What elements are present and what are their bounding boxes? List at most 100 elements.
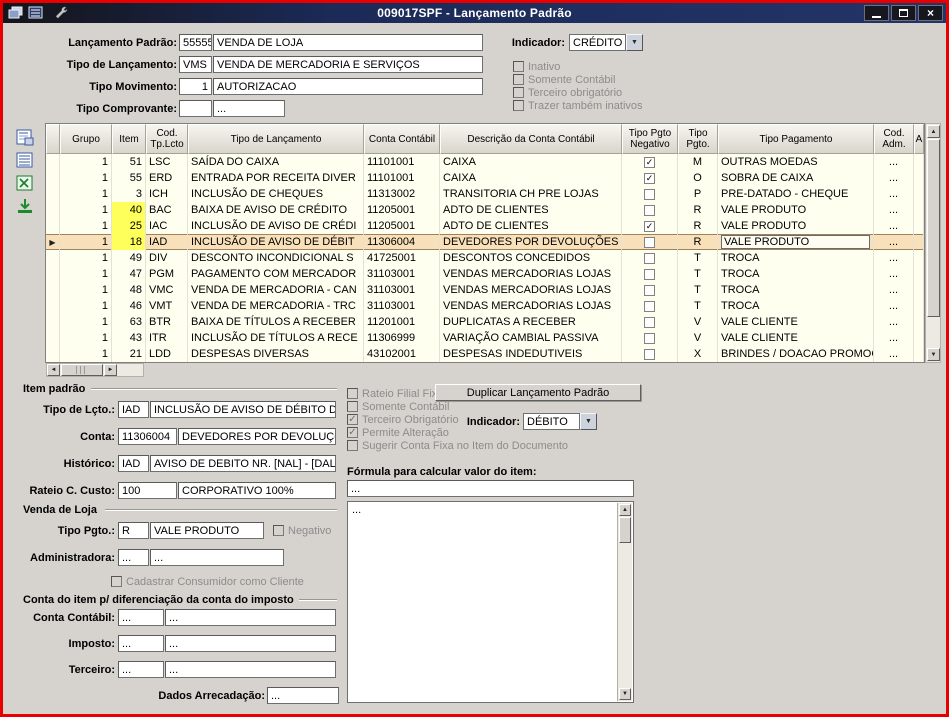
checkbox-box[interactable] bbox=[513, 74, 524, 85]
checkbox-sugerir-conta-fixa-no-item-do-documento[interactable]: Sugerir Conta Fixa no Item do Documento bbox=[347, 439, 568, 452]
cell-pagamento[interactable]: VALE PRODUTO bbox=[718, 218, 874, 234]
cell-pagamento[interactable]: VALE PRODUTO bbox=[718, 234, 874, 250]
tipo-pgto-negativo-checkbox[interactable] bbox=[644, 284, 655, 296]
cell-negativo[interactable] bbox=[622, 202, 678, 218]
indicador-value[interactable]: CRÉDITO bbox=[569, 34, 626, 51]
cell-conta[interactable]: 11205001 bbox=[364, 218, 440, 234]
tipo-pgto-code-input[interactable]: R bbox=[118, 522, 149, 539]
cell-conta[interactable]: 11205001 bbox=[364, 202, 440, 218]
terceiro-code-input[interactable]: ... bbox=[118, 661, 164, 678]
cell-negativo[interactable] bbox=[622, 298, 678, 314]
grid-col-tipo_pgto[interactable]: Tipo Pgto. bbox=[678, 124, 718, 154]
cell-a[interactable] bbox=[914, 330, 924, 346]
cell-negativo[interactable] bbox=[622, 266, 678, 282]
cell-conta[interactable]: 43102001 bbox=[364, 346, 440, 362]
grid-col-tipo[interactable]: Tipo de Lançamento bbox=[188, 124, 364, 154]
cell-cod[interactable]: PGM bbox=[146, 266, 188, 282]
grid-row-item-51[interactable]: 1 51 LSC SAÍDA DO CAIXA 11101001 CAIXA ✓ M OUTRA… bbox=[46, 154, 924, 170]
scroll-up-icon[interactable]: ▲ bbox=[619, 504, 631, 516]
cell-cod_adm[interactable]: ... bbox=[874, 298, 914, 314]
conta-contabil-code-input[interactable]: ... bbox=[118, 609, 164, 626]
grid-row-item-40[interactable]: 1 40 BAC BAIXA DE AVISO DE CRÉDITO 11205001 A… bbox=[46, 202, 924, 218]
cell-pagamento[interactable]: OUTRAS MOEDAS bbox=[718, 154, 874, 170]
focused-cell[interactable]: VALE PRODUTO bbox=[721, 235, 870, 249]
cell-descricao[interactable]: VENDAS MERCADORIAS LOJAS bbox=[440, 282, 622, 298]
cell-a[interactable] bbox=[914, 346, 924, 362]
cell-negativo[interactable]: ✓ bbox=[622, 170, 678, 186]
form-view-icon[interactable] bbox=[14, 127, 36, 147]
grid-row-item-48[interactable]: 1 48 VMC VENDA DE MERCADORIA - CAN 31103001 V… bbox=[46, 282, 924, 298]
cell-tipo_pgto[interactable]: T bbox=[678, 250, 718, 266]
tipo-pgto-negativo-checkbox[interactable] bbox=[644, 332, 655, 344]
cell-negativo[interactable]: ✓ bbox=[622, 218, 678, 234]
cell-negativo[interactable]: ✓ bbox=[622, 154, 678, 170]
cell-item[interactable]: 43 bbox=[112, 330, 146, 346]
cell-cod_adm[interactable]: ... bbox=[874, 282, 914, 298]
cell-cod_adm[interactable]: ... bbox=[874, 346, 914, 362]
grid-hscroll-thumb[interactable] bbox=[61, 364, 103, 376]
cell-conta[interactable]: 41725001 bbox=[364, 250, 440, 266]
cell-grupo[interactable]: 1 bbox=[60, 298, 112, 314]
cell-tipo[interactable]: VENDA DE MERCADORIA - TRC bbox=[188, 298, 364, 314]
cell-cod_adm[interactable]: ... bbox=[874, 170, 914, 186]
cell-negativo[interactable] bbox=[622, 250, 678, 266]
cell-item[interactable]: 49 bbox=[112, 250, 146, 266]
cell-cod_adm[interactable]: ... bbox=[874, 218, 914, 234]
cell-cod[interactable]: VMC bbox=[146, 282, 188, 298]
cell-cod[interactable]: ITR bbox=[146, 330, 188, 346]
cell-negativo[interactable] bbox=[622, 330, 678, 346]
formula-scrollbar[interactable]: ▲ ▼ bbox=[617, 503, 632, 701]
tipo-pgto-negativo-checkbox[interactable]: ✓ bbox=[644, 220, 655, 232]
tipo-lcto-code-input[interactable]: IAD bbox=[118, 401, 149, 418]
cell-grupo[interactable]: 1 bbox=[60, 170, 112, 186]
cell-negativo[interactable] bbox=[622, 346, 678, 362]
cell-tipo[interactable]: DESCONTO INCONDICIONAL S bbox=[188, 250, 364, 266]
administradora-code-input[interactable]: ... bbox=[118, 549, 149, 566]
cell-tipo_pgto[interactable]: V bbox=[678, 314, 718, 330]
scroll-down-icon[interactable]: ▼ bbox=[619, 688, 631, 700]
cell-conta[interactable]: 31103001 bbox=[364, 298, 440, 314]
cell-conta[interactable]: 31103001 bbox=[364, 266, 440, 282]
checkbox-box[interactable] bbox=[513, 100, 524, 111]
scroll-up-icon[interactable]: ▲ bbox=[927, 125, 940, 138]
cell-a[interactable] bbox=[914, 154, 924, 170]
checkbox-box[interactable] bbox=[347, 440, 358, 451]
chevron-down-icon[interactable]: ▼ bbox=[580, 413, 597, 430]
cell-grupo[interactable]: 1 bbox=[60, 314, 112, 330]
cell-grupo[interactable]: 1 bbox=[60, 266, 112, 282]
cell-item[interactable]: 21 bbox=[112, 346, 146, 362]
cell-tipo[interactable]: DESPESAS DIVERSAS bbox=[188, 346, 364, 362]
conta-code-input[interactable]: 11306004 bbox=[118, 428, 177, 445]
cell-tipo[interactable]: PAGAMENTO COM MERCADOR bbox=[188, 266, 364, 282]
checkbox-box[interactable] bbox=[513, 87, 524, 98]
cell-conta[interactable]: 11101001 bbox=[364, 170, 440, 186]
grid-row-item-55[interactable]: 1 55 ERD ENTRADA POR RECEITA DIVER 11101001 C… bbox=[46, 170, 924, 186]
checkbox-somente-cont-bil[interactable]: Somente Contábil bbox=[347, 400, 568, 413]
cell-cod[interactable]: BTR bbox=[146, 314, 188, 330]
cell-item[interactable]: 47 bbox=[112, 266, 146, 282]
tipo-pgto-negativo-checkbox[interactable] bbox=[644, 204, 655, 216]
indicador-combo[interactable]: CRÉDITO ▼ bbox=[569, 34, 643, 51]
cell-cod[interactable]: ICH bbox=[146, 186, 188, 202]
grid-col-a[interactable]: A bbox=[914, 124, 924, 154]
cell-tipo[interactable]: INCLUSÃO DE CHEQUES bbox=[188, 186, 364, 202]
checkbox-somente-cont-bil[interactable]: Somente Contábil bbox=[513, 73, 643, 86]
cell-cod_adm[interactable]: ... bbox=[874, 154, 914, 170]
cell-tipo[interactable]: INCLUSÃO DE TÍTULOS A RECE bbox=[188, 330, 364, 346]
cell-pagamento[interactable]: TROCA bbox=[718, 250, 874, 266]
cell-pagamento[interactable]: PRE-DATADO - CHEQUE bbox=[718, 186, 874, 202]
cell-cod[interactable]: LSC bbox=[146, 154, 188, 170]
cell-pagamento[interactable]: TROCA bbox=[718, 282, 874, 298]
cell-tipo[interactable]: BAIXA DE AVISO DE CRÉDITO bbox=[188, 202, 364, 218]
tipo-pgto-negativo-checkbox[interactable]: ✓ bbox=[644, 172, 655, 184]
cell-descricao[interactable]: VENDAS MERCADORIAS LOJAS bbox=[440, 266, 622, 282]
checkbox-box[interactable] bbox=[347, 401, 358, 412]
cell-item[interactable]: 55 bbox=[112, 170, 146, 186]
grid-row-item-46[interactable]: 1 46 VMT VENDA DE MERCADORIA - TRC 31103001 V… bbox=[46, 298, 924, 314]
cell-grupo[interactable]: 1 bbox=[60, 330, 112, 346]
cell-descricao[interactable]: DUPLICATAS A RECEBER bbox=[440, 314, 622, 330]
cell-descricao[interactable]: DEVEDORES POR DEVOLUÇÕES bbox=[440, 234, 622, 250]
cell-cod[interactable]: VMT bbox=[146, 298, 188, 314]
tipo-comprovante-code-input[interactable] bbox=[179, 100, 212, 117]
grid-row-item-3[interactable]: 1 3 ICH INCLUSÃO DE CHEQUES 11313002 TRANSITO… bbox=[46, 186, 924, 202]
